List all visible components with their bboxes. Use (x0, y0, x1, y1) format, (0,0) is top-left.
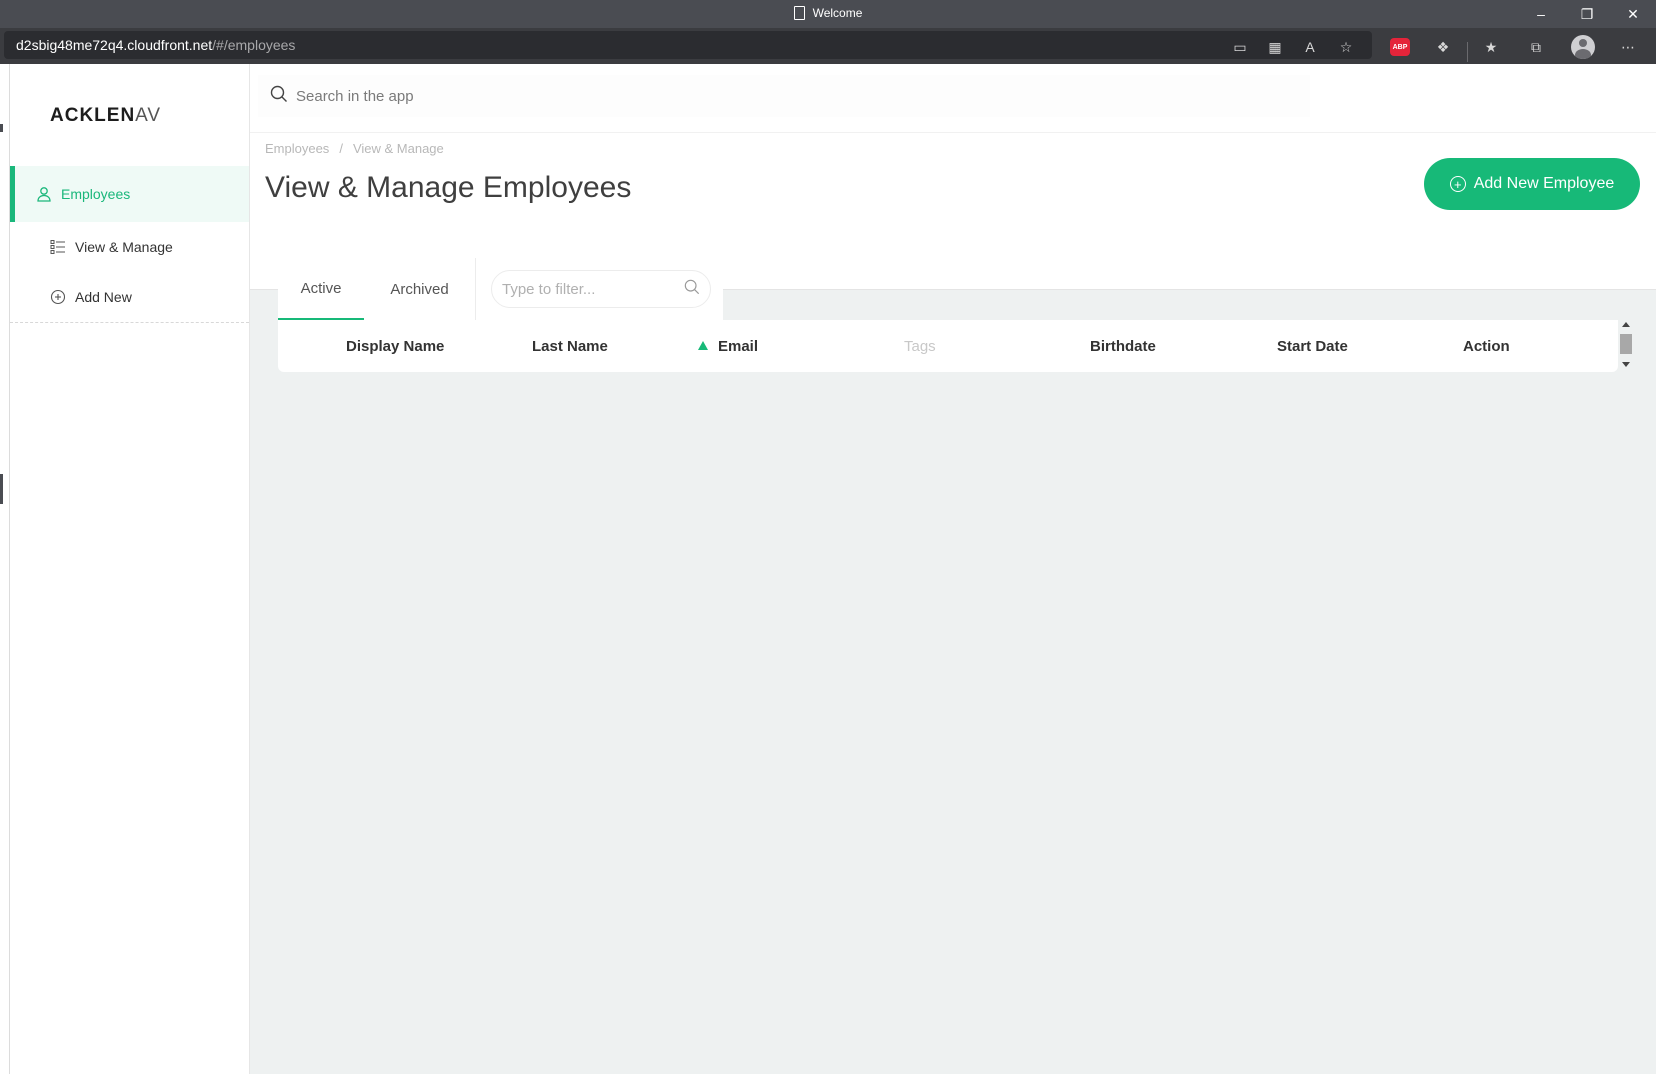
browser-title-bar: Welcome – ❐ ✕ (0, 0, 1656, 28)
table-scrollbar[interactable] (1620, 320, 1632, 372)
breadcrumb: Employees / View & Manage (265, 141, 444, 156)
scroll-up-icon[interactable] (1622, 322, 1630, 327)
address-bar[interactable]: d2sbig48me72q4.cloudfront.net/#/employee… (4, 31, 1372, 59)
app-logo[interactable]: ACKLENAV (50, 105, 161, 127)
sidebar-item-label: Employees (61, 186, 131, 202)
more-menu-icon[interactable]: ⋯ (1618, 37, 1638, 57)
app-search[interactable]: Search in the app (258, 75, 1310, 117)
column-last-name[interactable]: Last Name (532, 338, 608, 355)
breadcrumb-view-manage[interactable]: View & Manage (353, 141, 444, 156)
sidebar-item-employees[interactable]: Employees (10, 166, 249, 222)
add-favorite-icon[interactable]: ☆ (1336, 37, 1356, 57)
profile-avatar[interactable] (1571, 35, 1595, 59)
tab-active[interactable]: Active (278, 258, 364, 320)
window-left-edge (0, 64, 10, 1074)
sidebar-item-label: Add New (75, 289, 132, 305)
filter-placeholder: Type to filter... (502, 280, 596, 298)
list-icon (49, 238, 67, 256)
favorites-icon[interactable]: ★ (1481, 37, 1501, 57)
user-icon (35, 185, 53, 203)
sidebar-item-view-manage[interactable]: View & Manage (10, 222, 249, 272)
logo-text-faded: AV (135, 105, 162, 126)
read-aloud-icon[interactable]: A (1300, 37, 1320, 57)
employees-table-card: Active Archived Type to filter... Displa… (278, 258, 1632, 372)
column-email[interactable]: Email (698, 338, 758, 355)
minimize-icon[interactable]: – (1518, 0, 1564, 28)
close-icon[interactable]: ✕ (1610, 0, 1656, 28)
breadcrumb-employees[interactable]: Employees (265, 141, 329, 156)
search-icon (270, 85, 288, 107)
sort-ascending-icon (698, 341, 708, 350)
scroll-down-icon[interactable] (1622, 362, 1630, 367)
app-grid-icon[interactable]: ▦ (1265, 37, 1285, 57)
table-header: Display Name Last Name Email Tags Birthd… (278, 320, 1618, 372)
restore-icon[interactable]: ❐ (1564, 0, 1610, 28)
add-new-employee-button[interactable]: + Add New Employee (1424, 158, 1640, 210)
device-icon[interactable]: ▭ (1230, 37, 1250, 57)
plus-circle-icon: + (1449, 176, 1466, 192)
extensions-icon[interactable]: ❖ (1433, 37, 1453, 57)
top-bar: Search in the app (250, 64, 1656, 132)
column-display-name[interactable]: Display Name (346, 338, 444, 355)
adblock-extension-icon[interactable]: ABP (1390, 38, 1410, 56)
column-birthdate[interactable]: Birthdate (1090, 338, 1156, 355)
logo-text: ACKLEN (50, 105, 136, 126)
tab-archived[interactable]: Archived (364, 258, 475, 320)
breadcrumb-separator: / (339, 141, 343, 156)
scrollbar-thumb[interactable] (1620, 334, 1632, 354)
edge-mark (0, 124, 3, 132)
window-title: Welcome (0, 6, 1656, 20)
tab-divider (475, 258, 476, 320)
add-new-employee-label: Add New Employee (1473, 175, 1615, 192)
column-start-date[interactable]: Start Date (1277, 338, 1348, 355)
document-icon (793, 6, 805, 20)
toolbar-divider (1467, 42, 1468, 62)
web-page: ACKLENAV Employees View & Manage Add New (0, 64, 1656, 1074)
url-host: d2sbig48me72q4.cloudfront.net (16, 37, 213, 53)
plus-circle-icon (49, 288, 67, 306)
edge-mark (0, 474, 3, 504)
sidebar-item-add-new[interactable]: Add New (10, 272, 249, 322)
search-icon (684, 279, 700, 299)
page-title: View & Manage Employees (265, 171, 632, 204)
url-path: /#/employees (212, 37, 296, 53)
sidebar-divider (10, 322, 249, 323)
column-email-label: Email (718, 338, 759, 355)
collections-icon[interactable]: ⧉ (1526, 37, 1546, 57)
sidebar-item-label: View & Manage (75, 239, 173, 255)
search-input[interactable]: Search in the app (296, 88, 414, 105)
sidebar: ACKLENAV Employees View & Manage Add New (10, 64, 250, 1074)
window-title-text: Welcome (812, 6, 863, 20)
filter-input[interactable]: Type to filter... (491, 270, 711, 308)
column-action: Action (1463, 338, 1510, 355)
status-tabs: Active Archived Type to filter... (278, 258, 723, 320)
main-content: Search in the app Employees / View & Manag… (250, 64, 1656, 1074)
column-tags: Tags (904, 338, 936, 355)
